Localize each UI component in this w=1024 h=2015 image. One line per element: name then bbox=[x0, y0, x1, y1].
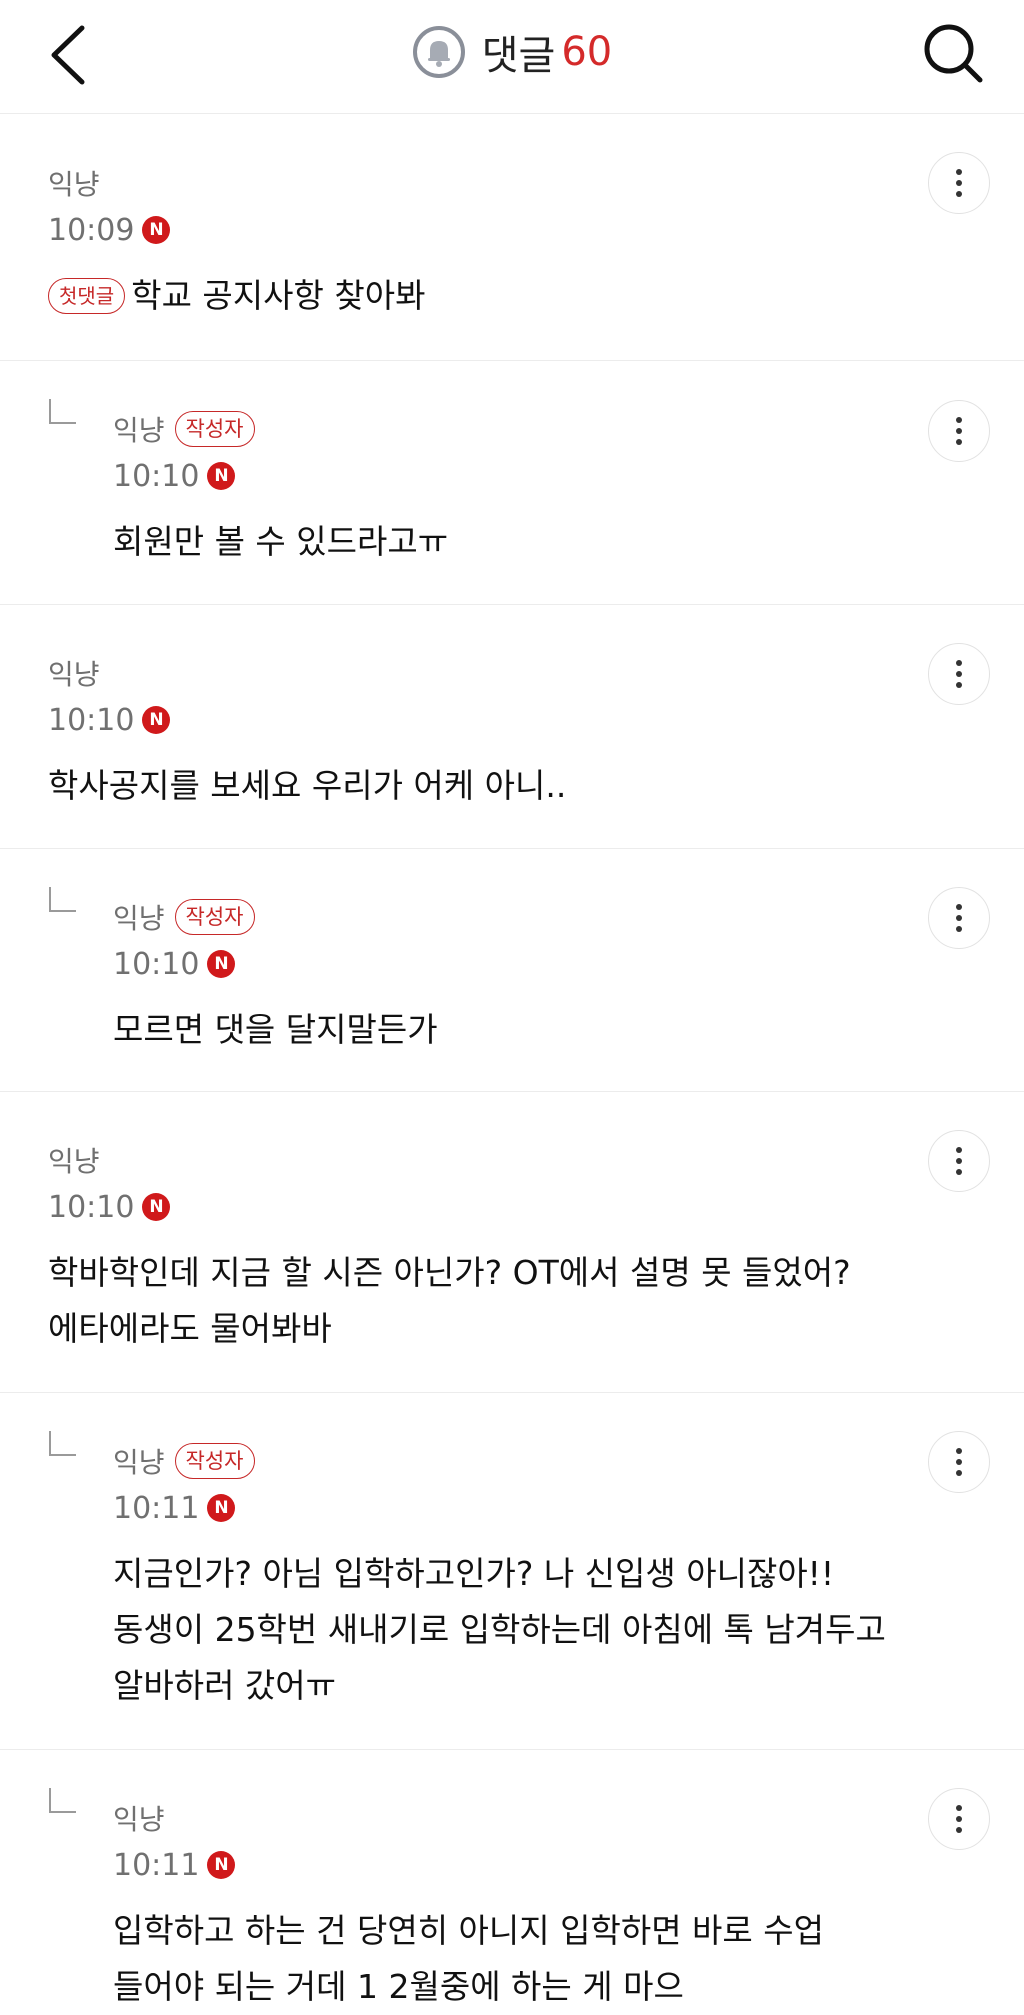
more-options-button[interactable] bbox=[928, 152, 990, 214]
search-icon bbox=[924, 24, 983, 83]
new-badge: N bbox=[207, 950, 236, 978]
comment-author: 익냥 bbox=[113, 1803, 165, 1836]
new-badge: N bbox=[142, 1193, 171, 1221]
comment-body: 회원만 볼 수 있드라고ㅠ bbox=[113, 514, 448, 570]
comment-author: 익냥 bbox=[48, 1145, 100, 1178]
reply-item: 익냥 작성자 10:10 N 회원만 볼 수 있드라고ㅠ bbox=[0, 361, 1024, 605]
comment-time: 10:09 bbox=[48, 212, 135, 248]
more-vertical-icon bbox=[956, 1805, 962, 1833]
comment-author: 익냥 bbox=[48, 168, 100, 201]
more-vertical-icon bbox=[956, 169, 962, 197]
reply-item: 익냥 10:11 N 입학하고 하는 건 당연히 아니지 입학하면 바로 수업 … bbox=[0, 1750, 1024, 2006]
comment-author: 익냥 bbox=[113, 414, 165, 447]
comment-time: 10:11 bbox=[113, 1847, 200, 1883]
comment-author: 익냥 bbox=[113, 1446, 165, 1479]
more-options-button[interactable] bbox=[928, 1788, 990, 1850]
comment-item: 익냥 10:10 N 학바학인데 지금 할 시즌 아닌가? OT에서 설명 못 … bbox=[0, 1092, 1024, 1393]
comment-time: 10:10 bbox=[113, 946, 200, 982]
comment-body: 학사공지를 보세요 우리가 어케 아니.. bbox=[48, 758, 566, 814]
comment-author: 익냥 bbox=[113, 902, 165, 935]
more-vertical-icon bbox=[956, 904, 962, 932]
writer-badge: 작성자 bbox=[174, 411, 255, 447]
comment-time: 10:10 bbox=[48, 702, 135, 738]
more-vertical-icon bbox=[956, 1147, 962, 1175]
comment-line: 학사공지를 보세요 우리가 어케 아니.. bbox=[48, 766, 567, 805]
comment-body: 입학하고 하는 건 당연히 아니지 입학하면 바로 수업 들어야 되는 거데 1… bbox=[113, 1903, 824, 2015]
reply-indicator-icon bbox=[49, 1788, 76, 1813]
new-badge: N bbox=[207, 462, 236, 490]
more-options-button[interactable] bbox=[928, 643, 990, 705]
reply-indicator-icon bbox=[49, 1431, 76, 1456]
bell-icon[interactable] bbox=[412, 25, 466, 79]
more-vertical-icon bbox=[956, 1448, 962, 1476]
comment-body: 모르면 댓을 달지말든가 bbox=[113, 1002, 438, 1058]
comment-body: 학바학인데 지금 할 시즌 아닌가? OT에서 설명 못 들었어? 에타에라도 … bbox=[48, 1245, 851, 1357]
first-comment-badge: 첫댓글 bbox=[48, 278, 126, 314]
comment-body: 첫댓글 학교 공지사항 찾아봐 bbox=[48, 268, 425, 324]
comment-item: 익냥 10:10 N 학사공지를 보세요 우리가 어케 아니.. bbox=[0, 605, 1024, 849]
more-options-button[interactable] bbox=[928, 400, 990, 462]
more-vertical-icon bbox=[956, 660, 962, 688]
new-badge: N bbox=[142, 216, 171, 244]
comment-time: 10:10 bbox=[113, 458, 200, 494]
comment-body: 지금인가? 아님 입학하고인가? 나 신입생 아니잖아!! 동생이 25학번 새… bbox=[113, 1546, 886, 1714]
writer-badge: 작성자 bbox=[174, 899, 255, 935]
comment-line: 학바학인데 지금 할 시즌 아닌가? OT에서 설명 못 들었어? bbox=[48, 1253, 851, 1292]
comment-line: 회원만 볼 수 있드라고ㅠ bbox=[113, 522, 449, 561]
top-bar: 댓글 60 bbox=[0, 0, 1024, 114]
new-badge: N bbox=[207, 1494, 236, 1522]
comment-count: 60 bbox=[561, 29, 613, 75]
reply-indicator-icon bbox=[49, 887, 76, 912]
comment-author: 익냥 bbox=[48, 658, 100, 691]
title-area: 댓글 60 bbox=[0, 22, 1024, 82]
comment-line: 동생이 25학번 새내기로 입학하는데 아침에 톡 남겨두고 bbox=[113, 1610, 886, 1649]
reply-item: 익냥 작성자 10:10 N 모르면 댓을 달지말든가 bbox=[0, 849, 1024, 1092]
comment-line: 입학하고 하는 건 당연히 아니지 입학하면 바로 수업 bbox=[113, 1911, 824, 1950]
new-badge: N bbox=[207, 1851, 236, 1879]
comment-line: 알바하러 갔어ㅠ bbox=[113, 1666, 337, 1705]
comment-line: 에타에라도 물어봐바 bbox=[48, 1309, 332, 1348]
comment-line: 지금인가? 아님 입학하고인가? 나 신입생 아니잖아!! bbox=[113, 1554, 835, 1593]
more-vertical-icon bbox=[956, 417, 962, 445]
reply-indicator-icon bbox=[49, 399, 76, 424]
more-options-button[interactable] bbox=[928, 1431, 990, 1493]
search-button[interactable] bbox=[918, 18, 988, 88]
comment-line: 모르면 댓을 달지말든가 bbox=[113, 1010, 438, 1049]
writer-badge: 작성자 bbox=[174, 1443, 255, 1479]
more-options-button[interactable] bbox=[928, 887, 990, 949]
comment-item: 익냥 10:09 N 첫댓글 학교 공지사항 찾아봐 bbox=[0, 115, 1024, 361]
comment-time: 10:11 bbox=[113, 1490, 200, 1526]
reply-item: 익냥 작성자 10:11 N 지금인가? 아님 입학하고인가? 나 신입생 아니… bbox=[0, 1393, 1024, 1750]
page-title: 댓글 bbox=[481, 33, 556, 79]
comment-line: 들어야 되는 거데 1 2월중에 하는 게 마으 bbox=[113, 1967, 684, 2006]
new-badge: N bbox=[142, 706, 171, 734]
comment-line: 학교 공지사항 찾아봐 bbox=[131, 276, 426, 315]
comment-time: 10:10 bbox=[48, 1189, 135, 1225]
more-options-button[interactable] bbox=[928, 1130, 990, 1192]
